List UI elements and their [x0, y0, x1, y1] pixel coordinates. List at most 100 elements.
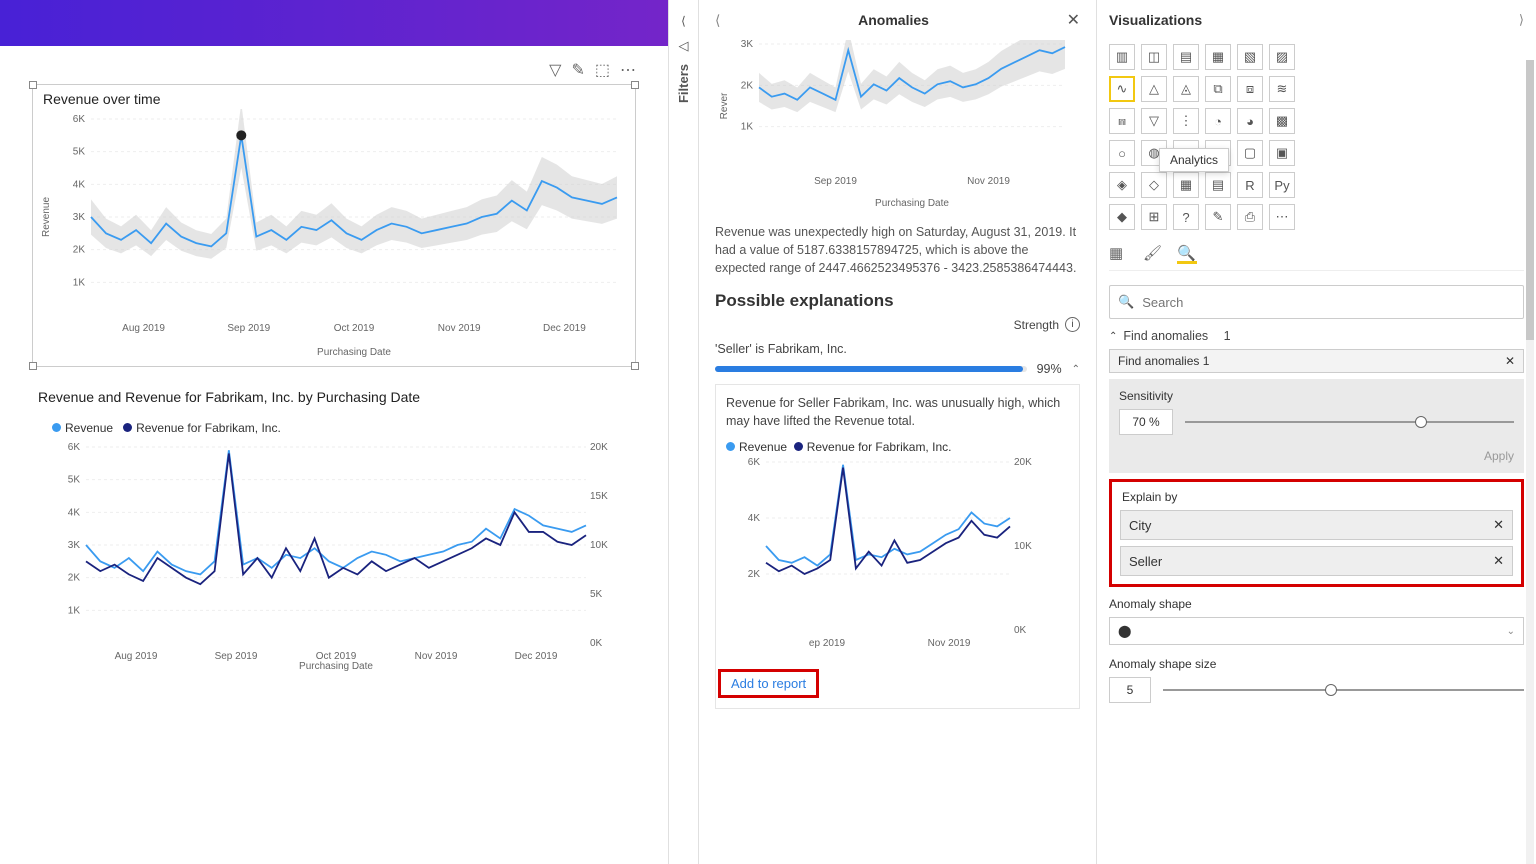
- add-to-report-button[interactable]: Add to report: [731, 676, 806, 691]
- viz-type-donut[interactable]: ◕: [1237, 108, 1263, 134]
- explain-field-seller[interactable]: Seller ✕: [1120, 546, 1513, 576]
- visual-toolbar: ▽ ✎ ⬚ ⋯: [32, 56, 636, 84]
- viz-type-100-bar[interactable]: ▧: [1237, 44, 1263, 70]
- viz-type-clustered-bar[interactable]: ◫: [1141, 44, 1167, 70]
- remove-icon[interactable]: ✕: [1493, 517, 1504, 533]
- anomaly-shape-size-label: Anomaly shape size: [1109, 657, 1524, 671]
- svg-text:0K: 0K: [590, 638, 603, 649]
- sensitivity-input[interactable]: 70 %: [1119, 409, 1173, 435]
- visualizations-title: Visualizations: [1109, 12, 1202, 28]
- viz-type-stacked-bar[interactable]: ▥: [1109, 44, 1135, 70]
- viz-type-more[interactable]: ⋯: [1269, 204, 1295, 230]
- viz-type-py[interactable]: Py: [1269, 172, 1295, 198]
- sensitivity-slider[interactable]: [1185, 421, 1514, 423]
- strength-label: Strength: [1014, 318, 1059, 332]
- filter-icon[interactable]: ▽: [549, 60, 561, 80]
- shape-size-input[interactable]: 5: [1109, 677, 1151, 703]
- viz-type-decomp[interactable]: ⊞: [1141, 204, 1167, 230]
- viz-type-ribbon[interactable]: ≋: [1269, 76, 1295, 102]
- anomaly-shape-select[interactable]: ⬤ ⌄: [1109, 617, 1524, 645]
- field-label: City: [1129, 518, 1151, 533]
- viz-type-line[interactable]: ∿: [1109, 76, 1135, 102]
- svg-text:20K: 20K: [590, 443, 608, 453]
- viz-type-scatter[interactable]: ⋮: [1173, 108, 1199, 134]
- viz-type-matrix[interactable]: ▤: [1205, 172, 1231, 198]
- search-icon: 🔍: [1118, 294, 1134, 310]
- viz-type-map[interactable]: ○: [1109, 140, 1135, 166]
- chevron-right-icon[interactable]: ⟩: [1519, 12, 1524, 28]
- viz-type-line-col2[interactable]: ⧈: [1237, 76, 1263, 102]
- viz-type-card[interactable]: ▢: [1237, 140, 1263, 166]
- explanation-text: Revenue for Seller Fabrikam, Inc. was un…: [726, 395, 1069, 430]
- viz-type-waterfall[interactable]: ⩎: [1109, 108, 1135, 134]
- viz-type-pie[interactable]: ◔: [1205, 108, 1231, 134]
- viz-type-funnel[interactable]: ▽: [1141, 108, 1167, 134]
- legend-item: Revenue: [65, 421, 113, 435]
- explain-field-city[interactable]: City ✕: [1120, 510, 1513, 540]
- viz-type-area[interactable]: △: [1141, 76, 1167, 102]
- viz-type-treemap[interactable]: ▩: [1269, 108, 1295, 134]
- remove-icon[interactable]: ✕: [1505, 354, 1515, 368]
- remove-icon[interactable]: ✕: [1493, 553, 1504, 569]
- revenue-dual-line-chart: 1K2K3K4K5K6K0K5K10K15K20KAug 2019Sep 201…: [32, 443, 626, 673]
- svg-text:Nov 2019: Nov 2019: [967, 176, 1010, 187]
- filters-label: Filters: [676, 64, 691, 103]
- export-icon[interactable]: ⬚: [595, 60, 610, 80]
- shape-size-slider[interactable]: [1163, 689, 1524, 691]
- more-icon[interactable]: ⋯: [620, 60, 636, 80]
- revenue-over-time-visual[interactable]: Revenue over time 1K2K3K4K5K6KAug 2019Se…: [32, 84, 636, 367]
- scrollbar[interactable]: [1526, 60, 1534, 864]
- analytics-tooltip: Analytics: [1159, 148, 1229, 172]
- svg-text:5K: 5K: [590, 589, 603, 600]
- search-input[interactable]: [1140, 294, 1515, 311]
- focus-icon[interactable]: ✎: [571, 60, 584, 80]
- back-icon[interactable]: ⟨: [715, 12, 720, 29]
- viz-type-stacked-area[interactable]: ◬: [1173, 76, 1199, 102]
- svg-text:Sep 2019: Sep 2019: [227, 323, 270, 334]
- analytics-tab-icon[interactable]: 🔍: [1177, 244, 1197, 264]
- find-anomalies-section[interactable]: ⌃ Find anomalies 1: [1109, 329, 1524, 343]
- viz-type-line-col[interactable]: ⧉: [1205, 76, 1231, 102]
- svg-text:Aug 2019: Aug 2019: [115, 651, 158, 662]
- viz-type-stacked-col[interactable]: ▤: [1173, 44, 1199, 70]
- format-tab-icon[interactable]: 🖌: [1143, 244, 1163, 264]
- svg-text:3K: 3K: [741, 40, 754, 50]
- find-anomalies-item[interactable]: Find anomalies 1 ✕: [1109, 349, 1524, 373]
- legend-item: Revenue for Fabrikam, Inc.: [136, 421, 281, 435]
- fields-tab-icon[interactable]: ▦: [1109, 244, 1129, 264]
- viz-type-table[interactable]: ▦: [1173, 172, 1199, 198]
- svg-text:Purchasing Date: Purchasing Date: [299, 661, 373, 672]
- chevron-left-icon[interactable]: ⟨: [681, 14, 686, 28]
- viz-type-narrative[interactable]: ✎: [1205, 204, 1231, 230]
- explanation-card: Revenue for Seller Fabrikam, Inc. was un…: [715, 384, 1080, 709]
- visualization-gallery: ▥◫▤▦▧▨∿△◬⧉⧈≋⩎▽⋮◔◕▩○◍◉◑▢▣◈◇▦▤RPy◆⊞?✎⎙⋯: [1109, 44, 1524, 230]
- search-box[interactable]: 🔍: [1109, 285, 1524, 319]
- anomaly-shape-label: Anomaly shape: [1109, 597, 1524, 611]
- svg-text:3K: 3K: [73, 212, 86, 223]
- viz-type-key-influencer[interactable]: ◆: [1109, 204, 1135, 230]
- svg-text:Dec 2019: Dec 2019: [543, 323, 586, 334]
- viz-type-slicer[interactable]: ◇: [1141, 172, 1167, 198]
- chevron-up-icon[interactable]: ⌃: [1072, 364, 1080, 375]
- revenue-fabrikam-visual[interactable]: Revenue and Revenue for Fabrikam, Inc. b…: [32, 387, 636, 676]
- svg-text:20K: 20K: [1014, 458, 1032, 468]
- eraser-icon[interactable]: ◁: [679, 38, 689, 54]
- svg-text:10K: 10K: [1014, 541, 1032, 552]
- filters-pane-collapsed[interactable]: ⟨ ◁ Filters: [668, 0, 698, 864]
- possible-explanations-title: Possible explanations: [715, 291, 1080, 311]
- apply-button[interactable]: Apply: [1119, 449, 1514, 463]
- svg-text:6K: 6K: [68, 443, 81, 453]
- svg-text:1K: 1K: [741, 122, 754, 133]
- viz-type-qa[interactable]: ?: [1173, 204, 1199, 230]
- viz-type-multi-card[interactable]: ▣: [1269, 140, 1295, 166]
- viz-type-clustered-col[interactable]: ▦: [1205, 44, 1231, 70]
- svg-text:6K: 6K: [748, 458, 761, 468]
- viz-type-kpi[interactable]: ◈: [1109, 172, 1135, 198]
- revenue-line-chart: 1K2K3K4K5K6KAug 2019Sep 2019Oct 2019Nov …: [37, 109, 631, 359]
- section-label: Find anomalies: [1123, 329, 1208, 343]
- close-icon[interactable]: ✕: [1067, 10, 1080, 30]
- viz-type-r[interactable]: R: [1237, 172, 1263, 198]
- viz-type-100-col[interactable]: ▨: [1269, 44, 1295, 70]
- info-icon[interactable]: i: [1065, 317, 1080, 332]
- viz-type-paginated[interactable]: ⎙: [1237, 204, 1263, 230]
